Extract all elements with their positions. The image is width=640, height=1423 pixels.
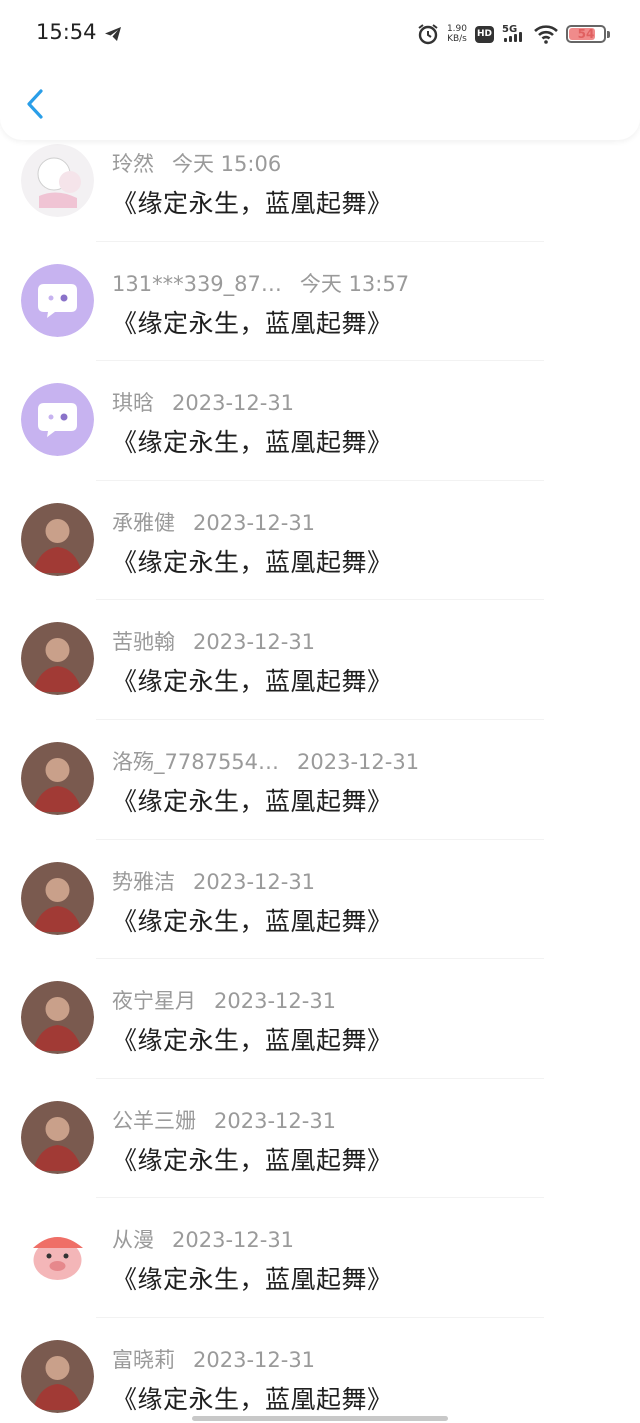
commenter-name[interactable]: 承雅健: [112, 511, 175, 535]
commenter-name[interactable]: 公羊三姗: [112, 1109, 196, 1133]
comment-message: 《缘定永生，蓝凰起舞》: [112, 189, 393, 218]
speed-unit: KB/s: [447, 34, 467, 44]
comment-item[interactable]: 131***339_87… 今天 13:57 《缘定永生，蓝凰起舞》: [0, 260, 640, 380]
battery-icon: 54: [566, 25, 610, 43]
comment-time: 2023-12-31: [193, 869, 316, 894]
avatar[interactable]: [21, 622, 94, 696]
wifi-icon: [534, 25, 558, 44]
comment-time: 2023-12-31: [214, 1108, 337, 1133]
comment-meta: 洛殇_7787554… 2023-12-31: [112, 746, 419, 776]
alarm-icon: [418, 24, 438, 45]
comment-meta: 从漫 2023-12-31: [112, 1224, 294, 1254]
avatar[interactable]: [21, 1100, 94, 1174]
avatar[interactable]: [21, 1220, 94, 1294]
comment-time: 2023-12-31: [193, 510, 316, 535]
commenter-name[interactable]: 从漫: [112, 1228, 154, 1252]
comment-meta: 131***339_87… 今天 13:57: [112, 268, 409, 298]
comment-item[interactable]: 苦驰翰 2023-12-31 《缘定永生，蓝凰起舞》: [0, 618, 640, 738]
chevron-left-icon: [27, 89, 43, 119]
network-speed: 1.90 KB/s: [447, 24, 467, 44]
comment-time: 2023-12-31: [297, 749, 420, 774]
avatar[interactable]: [21, 502, 94, 576]
commenter-name[interactable]: 夜宁星月: [112, 989, 196, 1013]
divider: [96, 1316, 544, 1318]
divider: [96, 599, 544, 601]
commenter-name[interactable]: 玲然: [112, 152, 154, 176]
avatar[interactable]: [21, 144, 94, 217]
comment-time: 今天 15:06: [172, 152, 282, 176]
comment-message: 《缘定永生，蓝凰起舞》: [112, 1145, 393, 1175]
battery-level: 54: [577, 27, 595, 41]
hd-icon: HD: [475, 25, 494, 43]
comment-message: 《缘定永生，蓝凰起舞》: [112, 1026, 393, 1056]
avatar[interactable]: [21, 263, 94, 337]
status-time: 15:54: [36, 20, 97, 44]
comment-time: 2023-12-31: [172, 1228, 295, 1253]
comment-item[interactable]: 玲然 今天 15:06 《缘定永生，蓝凰起舞》: [0, 140, 640, 260]
comment-item[interactable]: 公羊三姗 2023-12-31 《缘定永生，蓝凰起舞》: [0, 1097, 640, 1217]
comment-message: 《缘定永生，蓝凰起舞》: [112, 1384, 393, 1414]
avatar[interactable]: [21, 1339, 94, 1413]
divider: [96, 240, 544, 242]
comment-message: 《缘定永生，蓝凰起舞》: [112, 308, 393, 338]
comment-item[interactable]: 势雅洁 2023-12-31 《缘定永生，蓝凰起舞》: [0, 858, 640, 978]
commenter-name[interactable]: 洛殇_7787554…: [112, 750, 279, 774]
signal-icon: 5G: [502, 24, 526, 44]
comment-time: 今天 13:57: [299, 271, 410, 296]
comment-time: 2023-12-31: [172, 391, 295, 416]
divider: [96, 1197, 544, 1199]
divider: [96, 360, 544, 362]
comment-meta: 公羊三姗 2023-12-31: [112, 1105, 336, 1135]
comment-meta: 承雅健 2023-12-31: [112, 507, 315, 537]
comment-item[interactable]: 琪晗 2023-12-31 《缘定永生，蓝凰起舞》: [0, 379, 640, 499]
comment-item[interactable]: 从漫 2023-12-31 《缘定永生，蓝凰起舞》: [0, 1216, 640, 1336]
commenter-name[interactable]: 琪晗: [112, 391, 154, 415]
comment-message: 《缘定永生，蓝凰起舞》: [112, 428, 393, 458]
comment-item[interactable]: 夜宁星月 2023-12-31 《缘定永生，蓝凰起舞》: [0, 977, 640, 1097]
comment-message: 《缘定永生，蓝凰起舞》: [112, 1265, 393, 1295]
commenter-name[interactable]: 富晓莉: [112, 1348, 175, 1372]
divider: [96, 838, 544, 840]
comment-time: 2023-12-31: [214, 989, 337, 1014]
divider: [96, 958, 544, 960]
divider: [96, 479, 544, 481]
comment-meta: 玲然 今天 15:06: [112, 148, 281, 178]
comment-list: 玲然 今天 15:06 《缘定永生，蓝凰起舞》 131***339_87… 今天 13:…: [0, 140, 640, 1423]
divider: [96, 1077, 544, 1079]
comment-item[interactable]: 洛殇_7787554… 2023-12-31 《缘定永生，蓝凰起舞》: [0, 738, 640, 858]
comment-message: 《缘定永生，蓝凰起舞》: [112, 906, 393, 936]
comment-item[interactable]: 富晓莉 2023-12-31 《缘定永生，蓝凰起舞》: [0, 1336, 640, 1423]
comment-meta: 夜宁星月 2023-12-31: [112, 985, 336, 1015]
avatar[interactable]: [21, 981, 94, 1055]
comment-meta: 苦驰翰 2023-12-31: [112, 626, 315, 656]
comment-message: 《缘定永生，蓝凰起舞》: [112, 547, 393, 577]
avatar[interactable]: [21, 383, 94, 457]
comment-meta: 琪晗 2023-12-31: [112, 387, 294, 417]
commenter-name[interactable]: 势雅洁: [112, 870, 175, 894]
comment-message: 《缘定永生，蓝凰起舞》: [112, 786, 393, 816]
top-card: 15:54 1.90 KB/s HD 5G 54: [0, 0, 640, 140]
commenter-name[interactable]: 131***339_87…: [112, 272, 282, 296]
avatar[interactable]: [21, 861, 94, 935]
commenter-name[interactable]: 苦驰翰: [112, 630, 175, 654]
divider: [96, 718, 544, 720]
status-bar: 15:54 1.90 KB/s HD 5G 54: [0, 0, 640, 64]
comment-message: 《缘定永生，蓝凰起舞》: [112, 667, 393, 697]
telegram-icon: [105, 27, 121, 41]
speed-value: 1.90: [446, 24, 467, 34]
home-indicator: [192, 1416, 448, 1421]
status-icons: 1.90 KB/s HD 5G 54: [417, 20, 610, 48]
comment-item[interactable]: 承雅健 2023-12-31 《缘定永生，蓝凰起舞》: [0, 499, 640, 619]
comment-time: 2023-12-31: [193, 630, 316, 655]
avatar[interactable]: [21, 741, 94, 815]
back-button[interactable]: [18, 84, 52, 124]
comment-meta: 势雅洁 2023-12-31: [112, 866, 315, 896]
comment-meta: 富晓莉 2023-12-31: [112, 1344, 315, 1374]
comment-time: 2023-12-31: [193, 1347, 316, 1372]
